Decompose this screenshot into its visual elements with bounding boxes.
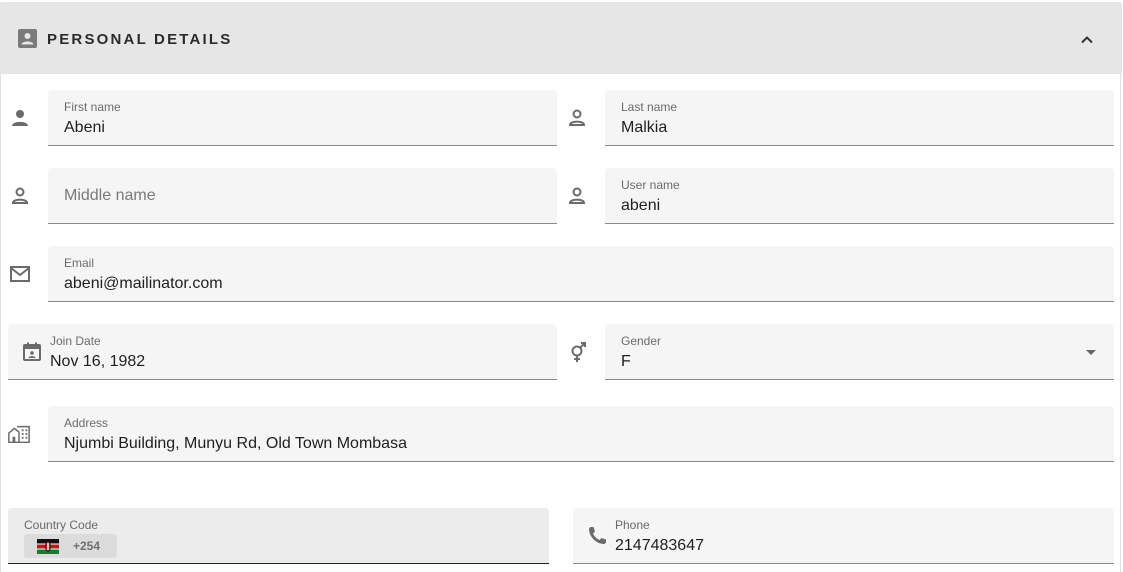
section-header[interactable]: PERSONAL DETAILS <box>0 2 1122 74</box>
person-outline-icon <box>565 184 589 208</box>
dropdown-arrow-icon[interactable] <box>1086 350 1096 355</box>
middle-name-placeholder[interactable]: Middle name <box>64 187 156 205</box>
phone-field[interactable]: Phone 2147483647 <box>573 508 1114 564</box>
gender-value[interactable]: F <box>621 353 631 371</box>
first-name-field[interactable]: First name Abeni <box>48 90 557 146</box>
first-name-label: First name <box>64 100 121 114</box>
last-name-label: Last name <box>621 100 678 114</box>
email-label: Email <box>64 256 95 270</box>
person-outline-icon <box>565 106 589 130</box>
chevron-up-icon[interactable] <box>1077 30 1097 50</box>
phone-label: Phone <box>615 518 650 532</box>
country-code-field[interactable]: Country Code +254 <box>8 508 549 564</box>
country-code-chip[interactable]: +254 <box>24 534 117 558</box>
phone-value[interactable]: 2147483647 <box>615 537 704 555</box>
address-label: Address <box>64 416 109 430</box>
country-code-label: Country Code <box>24 518 99 532</box>
phone-icon <box>585 524 609 548</box>
buildings-icon <box>7 422 31 446</box>
country-code-value: +254 <box>73 539 101 553</box>
email-field[interactable]: Email abeni@mailinator.com <box>48 246 1114 302</box>
first-name-value[interactable]: Abeni <box>64 119 105 137</box>
address-field[interactable]: Address Njumbi Building, Munyu Rd, Old T… <box>48 406 1114 462</box>
join-date-value[interactable]: Nov 16, 1982 <box>50 353 145 371</box>
gender-select[interactable]: Gender F <box>605 324 1114 380</box>
kenya-flag-icon <box>37 539 59 554</box>
last-name-value[interactable]: Malkia <box>621 119 667 137</box>
last-name-field[interactable]: Last name Malkia <box>605 90 1114 146</box>
contact-card-icon <box>18 29 37 48</box>
user-name-label: User name <box>621 178 680 192</box>
user-name-value[interactable]: abeni <box>621 197 660 215</box>
person-icon <box>8 106 32 130</box>
calendar-icon[interactable] <box>20 340 44 364</box>
gender-icon <box>566 340 590 364</box>
user-name-field[interactable]: User name abeni <box>605 168 1114 224</box>
email-value[interactable]: abeni@mailinator.com <box>64 275 223 293</box>
gender-label: Gender <box>621 334 662 348</box>
join-date-field[interactable]: Join Date Nov 16, 1982 <box>8 324 557 380</box>
address-value[interactable]: Njumbi Building, Munyu Rd, Old Town Momb… <box>64 435 407 453</box>
person-outline-icon <box>8 184 32 208</box>
mail-icon <box>8 262 32 286</box>
middle-name-field[interactable]: Middle name <box>48 168 557 224</box>
join-date-label: Join Date <box>50 334 101 348</box>
section-title: PERSONAL DETAILS <box>47 31 233 48</box>
